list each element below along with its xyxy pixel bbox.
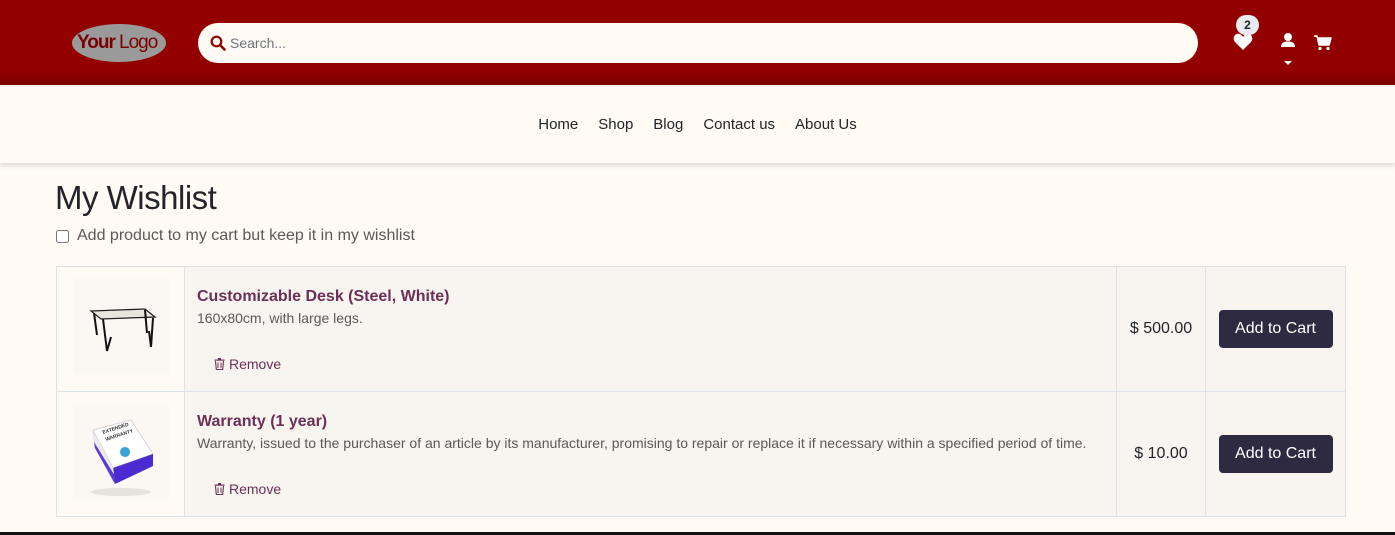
desk-image[interactable] xyxy=(72,278,169,375)
nav-item-blog[interactable]: Blog xyxy=(643,116,693,133)
page-title: My Wishlist xyxy=(55,179,217,216)
product-info-cell: Customizable Desk (Steel, White) 160x80c… xyxy=(184,266,1117,392)
heart-icon[interactable] xyxy=(1233,33,1253,51)
main-navigation: Home Shop Blog Contact us About Us xyxy=(0,85,1395,163)
trash-icon xyxy=(214,482,225,495)
add-to-cart-cell: Add to Cart xyxy=(1205,266,1346,392)
product-name-link[interactable]: Customizable Desk (Steel, White) xyxy=(197,288,1104,306)
search-bar xyxy=(198,23,1198,63)
product-description: Warranty, issued to the purchaser of an … xyxy=(197,434,1087,451)
add-to-cart-cell: Add to Cart xyxy=(1205,391,1346,517)
wishlist-count-badge: 2 xyxy=(1236,15,1259,35)
product-image-cell: EXTENDED WARRANTY xyxy=(56,391,185,517)
nav-item-shop[interactable]: Shop xyxy=(588,116,643,133)
warranty-box-image[interactable]: EXTENDED WARRANTY xyxy=(72,403,169,500)
logo[interactable]: Your Logo xyxy=(71,22,168,63)
remove-label: Remove xyxy=(229,480,282,497)
wishlist-table: Customizable Desk (Steel, White) 160x80c… xyxy=(56,266,1346,517)
table-row: EXTENDED WARRANTY Warranty (1 year) Warr… xyxy=(56,391,1346,517)
trash-icon xyxy=(214,357,225,370)
nav-item-contact[interactable]: Contact us xyxy=(693,116,785,133)
svg-text:Your: Your xyxy=(77,32,116,53)
keep-in-wishlist-label: Add product to my cart but keep it in my… xyxy=(77,227,415,244)
table-row: Customizable Desk (Steel, White) 160x80c… xyxy=(56,266,1346,392)
search-icon[interactable] xyxy=(210,35,226,51)
top-header: Your Logo 2 xyxy=(0,0,1395,85)
remove-label: Remove xyxy=(229,355,282,372)
product-info-cell: Warranty (1 year) Warranty, issued to th… xyxy=(184,391,1117,517)
remove-button[interactable]: Remove xyxy=(214,481,281,497)
product-description: 160x80cm, with large legs. xyxy=(197,309,363,326)
product-image-cell xyxy=(56,266,185,392)
product-price: $ 500.00 xyxy=(1116,266,1206,392)
keep-in-wishlist-option[interactable]: Add product to my cart but keep it in my… xyxy=(56,227,415,245)
user-icon[interactable] xyxy=(1279,31,1297,69)
keep-in-wishlist-checkbox[interactable] xyxy=(56,229,69,243)
remove-button[interactable]: Remove xyxy=(214,356,281,372)
cart-icon[interactable] xyxy=(1314,35,1332,51)
svg-text:Logo: Logo xyxy=(119,32,158,53)
search-input[interactable] xyxy=(230,23,1180,63)
nav-item-home[interactable]: Home xyxy=(528,116,588,133)
add-to-cart-button[interactable]: Add to Cart xyxy=(1218,310,1333,348)
add-to-cart-button[interactable]: Add to Cart xyxy=(1218,435,1333,473)
product-name-link[interactable]: Warranty (1 year) xyxy=(197,413,1104,431)
product-price: $ 10.00 xyxy=(1116,391,1206,517)
nav-item-about[interactable]: About Us xyxy=(785,116,867,133)
